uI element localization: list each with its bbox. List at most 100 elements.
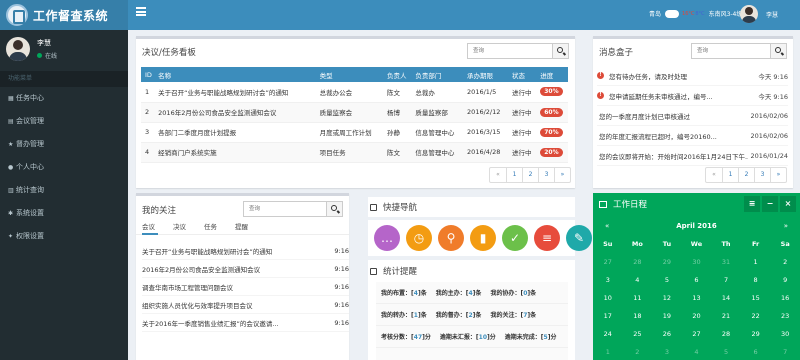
- calendar-day[interactable]: 7: [770, 343, 800, 360]
- calendar-menu-button[interactable]: ≡: [744, 196, 760, 212]
- stat-count[interactable]: 10: [479, 334, 487, 341]
- sidebar-item-chart[interactable]: ▥ 统计查询: [0, 179, 128, 202]
- cell-name[interactable]: 各部门二季度月度计划提报: [154, 122, 316, 143]
- tab-0[interactable]: 会议: [142, 221, 155, 231]
- tab-3[interactable]: 提醒: [235, 221, 248, 231]
- column-header[interactable]: 进度: [536, 67, 568, 82]
- table-row[interactable]: 4 经销商门户系统实施 项目任务 陈文 信息管理中心 2016/4/28 进行中 20%: [141, 142, 568, 163]
- message-item[interactable]: ! 您有待办任务，请及时处理 今天 9:16: [597, 66, 788, 86]
- calendar-day[interactable]: 24: [593, 325, 623, 343]
- calendar-month[interactable]: April 2016: [593, 222, 800, 230]
- sidebar-item-star[interactable]: ★ 督办管理: [0, 133, 128, 156]
- calendar-day[interactable]: 26: [652, 325, 682, 343]
- column-header[interactable]: 类型: [315, 67, 384, 82]
- stat-item[interactable]: 考核分数：[47]分: [381, 332, 431, 341]
- table-row[interactable]: 3 各部门二季度月度计划提报 月度或周工作计划 孙静 信息管理中心 2016/3/15 进行…: [141, 122, 568, 143]
- sidebar-item-doc[interactable]: ▤ 会议管理: [0, 110, 128, 133]
- stat-item[interactable]: 我的主办：[4]条: [436, 288, 482, 297]
- stat-item[interactable]: 我的督办：[2]条: [436, 310, 482, 319]
- stat-count[interactable]: 47: [414, 334, 422, 341]
- sidebar-item-gear[interactable]: ✱ 系统设置: [0, 202, 128, 225]
- column-header[interactable]: 承办期限: [463, 67, 508, 82]
- calendar-day[interactable]: 15: [741, 289, 771, 307]
- calendar-day[interactable]: 12: [652, 289, 682, 307]
- calendar-day[interactable]: 23: [770, 307, 800, 325]
- avatar[interactable]: [6, 37, 30, 61]
- list-item[interactable]: 关于召开“业务与职能战略规划研讨会”的通知 9:16: [142, 242, 349, 260]
- column-header[interactable]: 状态: [507, 67, 537, 82]
- calendar-day[interactable]: 21: [711, 307, 741, 325]
- sidebar-item-user[interactable]: ● 个人中心: [0, 156, 128, 179]
- stat-item[interactable]: 逾期未完成：[5]分: [505, 332, 557, 341]
- calendar-day[interactable]: 19: [652, 307, 682, 325]
- calendar-day[interactable]: 29: [741, 325, 771, 343]
- calendar-day[interactable]: 1: [741, 253, 771, 271]
- page-link[interactable]: 2: [738, 168, 754, 182]
- calendar-day[interactable]: 30: [770, 325, 800, 343]
- message-item[interactable]: 您的年度汇报流程已超时，编号20160... 2016/02/06: [597, 126, 788, 146]
- calendar-day[interactable]: 9: [770, 271, 800, 289]
- calendar-day[interactable]: 3: [652, 343, 682, 360]
- calendar-day[interactable]: 5: [652, 271, 682, 289]
- calendar-day[interactable]: 22: [741, 307, 771, 325]
- calendar-day[interactable]: 1: [593, 343, 623, 360]
- page-link[interactable]: 3: [754, 168, 770, 182]
- calendar-day[interactable]: 2: [770, 253, 800, 271]
- calendar-day[interactable]: 10: [593, 289, 623, 307]
- page-link[interactable]: »: [554, 168, 570, 182]
- top-avatar[interactable]: [740, 5, 758, 23]
- calendar-day[interactable]: 20: [682, 307, 712, 325]
- calendar-day[interactable]: 14: [711, 289, 741, 307]
- checklist-icon[interactable]: ≡: [534, 225, 560, 251]
- tab-1[interactable]: 决议: [173, 221, 186, 231]
- page-link[interactable]: 1: [506, 168, 522, 182]
- taskboard-search-input[interactable]: [468, 44, 552, 58]
- list-item[interactable]: 组织实施人员优化与效率提升项目会议 9:16: [142, 296, 349, 314]
- message-item[interactable]: ! 您申请延期任务未审核通过，编号... 今天 9:16: [597, 86, 788, 106]
- top-user-name[interactable]: 李慧: [766, 10, 778, 19]
- page-link[interactable]: «: [706, 168, 722, 182]
- sidebar-item-key[interactable]: ✦ 权限设置: [0, 225, 128, 248]
- calendar-day[interactable]: 11: [623, 289, 653, 307]
- table-row[interactable]: 1 关于召开“业务与职能战略规划研讨会”的通知 总裁办公会 陈文 总裁办 2016/1/5…: [141, 82, 568, 103]
- message-item[interactable]: 您的会议即将开始：开始时间2016年1月24日下午... 2016/01/24: [597, 146, 788, 166]
- calendar-day[interactable]: 2: [623, 343, 653, 360]
- follow-search-button[interactable]: [326, 202, 342, 216]
- cell-name[interactable]: 经销商门户系统实施: [154, 142, 316, 163]
- calendar-day[interactable]: 13: [682, 289, 712, 307]
- stat-item[interactable]: 我的转办：[1]条: [381, 310, 427, 319]
- calendar-check-icon[interactable]: ✓: [502, 225, 528, 251]
- calendar-day[interactable]: 6: [741, 343, 771, 360]
- chat-icon[interactable]: …: [374, 225, 400, 251]
- app-logo-bar[interactable]: 工作督查系统: [0, 0, 128, 30]
- page-link[interactable]: «: [490, 168, 506, 182]
- messages-search-input[interactable]: [692, 44, 770, 58]
- column-header[interactable]: 负责人: [383, 67, 412, 82]
- calendar-close-button[interactable]: ×: [780, 196, 796, 212]
- calendar-next-button[interactable]: »: [784, 222, 788, 230]
- stat-item[interactable]: 逾期未汇报：[10]分: [440, 332, 496, 341]
- calendar-day[interactable]: 27: [593, 253, 623, 271]
- calendar-day[interactable]: 7: [711, 271, 741, 289]
- page-link[interactable]: 1: [722, 168, 738, 182]
- column-header[interactable]: 名称: [154, 67, 316, 82]
- calendar-day[interactable]: 3: [593, 271, 623, 289]
- cell-name[interactable]: 2016年2月份公司食品安全监测通知会议: [154, 102, 316, 123]
- calendar-day[interactable]: 27: [682, 325, 712, 343]
- page-link[interactable]: »: [770, 168, 786, 182]
- calendar-day[interactable]: 25: [623, 325, 653, 343]
- calendar-day[interactable]: 16: [770, 289, 800, 307]
- calendar-day[interactable]: 31: [711, 253, 741, 271]
- column-header[interactable]: ID: [141, 67, 155, 82]
- messages-search-button[interactable]: [770, 44, 786, 58]
- stat-item[interactable]: 我的协办：[0]条: [490, 288, 536, 297]
- message-item[interactable]: 您的一季度月度计划已审核通过 2016/02/06: [597, 106, 788, 126]
- calendar-day[interactable]: 4: [682, 343, 712, 360]
- page-link[interactable]: 2: [522, 168, 538, 182]
- tab-2[interactable]: 任务: [204, 221, 217, 231]
- table-row[interactable]: 2 2016年2月份公司食品安全监测通知会议 质量监察会 杨博 质量监察部 2016/2/…: [141, 102, 568, 123]
- sidebar-item-list[interactable]: ▦ 任务中心: [0, 87, 128, 110]
- stat-item[interactable]: 我的关注：[7]条: [490, 310, 536, 319]
- calendar-day[interactable]: 5: [711, 343, 741, 360]
- list-item[interactable]: 调查华南市场工程管理问题会议 9:16: [142, 278, 349, 296]
